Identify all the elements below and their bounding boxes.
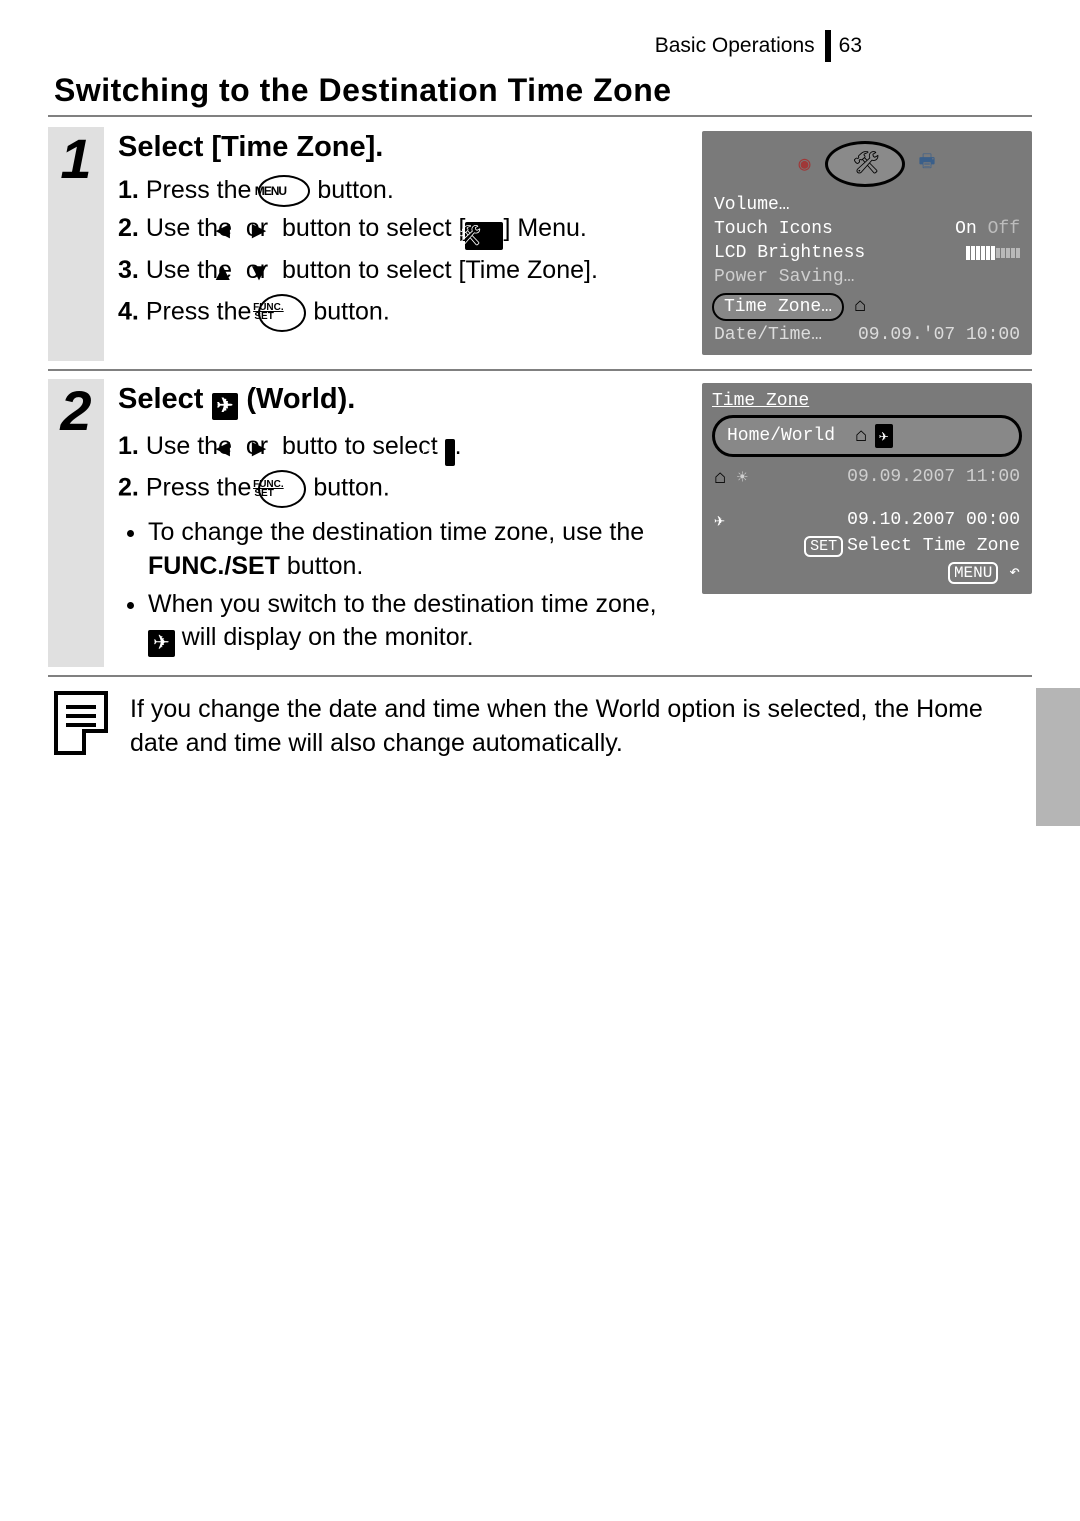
step-number-col: 2 (48, 379, 104, 667)
step-number: 2 (60, 379, 91, 439)
menu-button-icon: MENU (258, 175, 310, 207)
world-icon: ✈ (148, 630, 175, 657)
page-number: 63 (839, 34, 862, 58)
section-side-tab (1036, 688, 1080, 826)
home-icon: ⌂ (855, 425, 867, 448)
substep: 2. Use the ◄ or ► button to select [🛠] M… (118, 212, 684, 251)
page-header: Basic Operations 63 (48, 30, 1032, 62)
step-number: 1 (60, 127, 91, 187)
world-icon: ✈ (445, 439, 455, 466)
camera-screenshot-1: ◉ 🛠 🖶 Volume… Touch Icons On Off LCD Bri… (702, 131, 1032, 355)
tools-tab-icon: 🛠 (852, 151, 877, 177)
world-icon: ✈ (212, 393, 239, 420)
menu-row: Touch Icons On Off (712, 217, 1022, 241)
set-badge-icon: SET (804, 536, 843, 557)
step-number-col: 1 (48, 127, 104, 361)
func-set-button-icon: FUNC.SET (258, 294, 306, 332)
divider (48, 115, 1032, 117)
screen-hint: SETSelect Time Zone (712, 534, 1022, 559)
substep: 1. Press the MENU button. (118, 174, 684, 208)
menu-row: LCD Brightness (712, 241, 1022, 265)
home-world-pill: Home/World ⌂ ✈ (712, 415, 1022, 457)
substep: 4. Press the FUNC.SET button. (118, 294, 684, 332)
substep: 3. Use the ▲ or ▼ button to select [Time… (118, 254, 684, 289)
brightness-bar-icon (966, 243, 1020, 263)
screen-row: ✈ 09.10.2007 00:00 (712, 508, 1022, 534)
rec-tab-icon: ◉ (798, 151, 810, 177)
bullet: When you switch to the destination time … (148, 588, 684, 658)
note-text: If you change the date and time when the… (130, 691, 1032, 761)
bullet: To change the destination time zone, use… (148, 516, 684, 584)
screen-row: ⌂ ☀ 09.09.2007 11:00 (712, 465, 1022, 492)
step-1: 1 Select [Time Zone]. 1. Press the MENU … (48, 127, 1032, 371)
menu-badge-icon: MENU (948, 562, 998, 584)
menu-row-selected: Time Zone… ⌂ (712, 289, 1022, 323)
home-icon: ⌂ (714, 467, 726, 490)
world-icon: ✈ (875, 424, 893, 448)
header-divider (825, 30, 831, 62)
world-icon: ✈ (714, 510, 725, 532)
step-heading: Select ✈ (World). (118, 383, 684, 420)
screen-title: Time Zone (712, 391, 1022, 411)
breadcrumb: Basic Operations (655, 34, 815, 58)
print-tab-icon: 🖶 (919, 149, 936, 179)
section-title: Switching to the Destination Time Zone (54, 72, 1032, 109)
note-block: If you change the date and time when the… (48, 691, 1032, 761)
menu-row: Volume… (712, 193, 1022, 217)
menu-row: Power Saving… (712, 265, 1022, 289)
screen-hint: MENU ↶ (712, 559, 1022, 586)
note-icon (54, 691, 108, 755)
func-set-button-icon: FUNC.SET (258, 470, 306, 508)
home-icon: ⌂ (854, 295, 866, 318)
menu-row: Date/Time… 09.09.'07 10:00 (712, 323, 1022, 347)
tools-menu-icon: 🛠 (465, 222, 503, 250)
tools-tab-circle: 🛠 (825, 141, 905, 187)
step-2: 2 Select ✈ (World). 1. Use the ◄ or ► (48, 379, 1032, 677)
step-heading: Select [Time Zone]. (118, 131, 684, 164)
substep: 2. Press the FUNC.SET button. (118, 470, 684, 508)
camera-screenshot-2: Time Zone Home/World ⌂ ✈ ⌂ ☀ 09.09.2007 … (702, 383, 1032, 594)
substep: 1. Use the ◄ or ► butto to select ✈. (118, 430, 684, 466)
